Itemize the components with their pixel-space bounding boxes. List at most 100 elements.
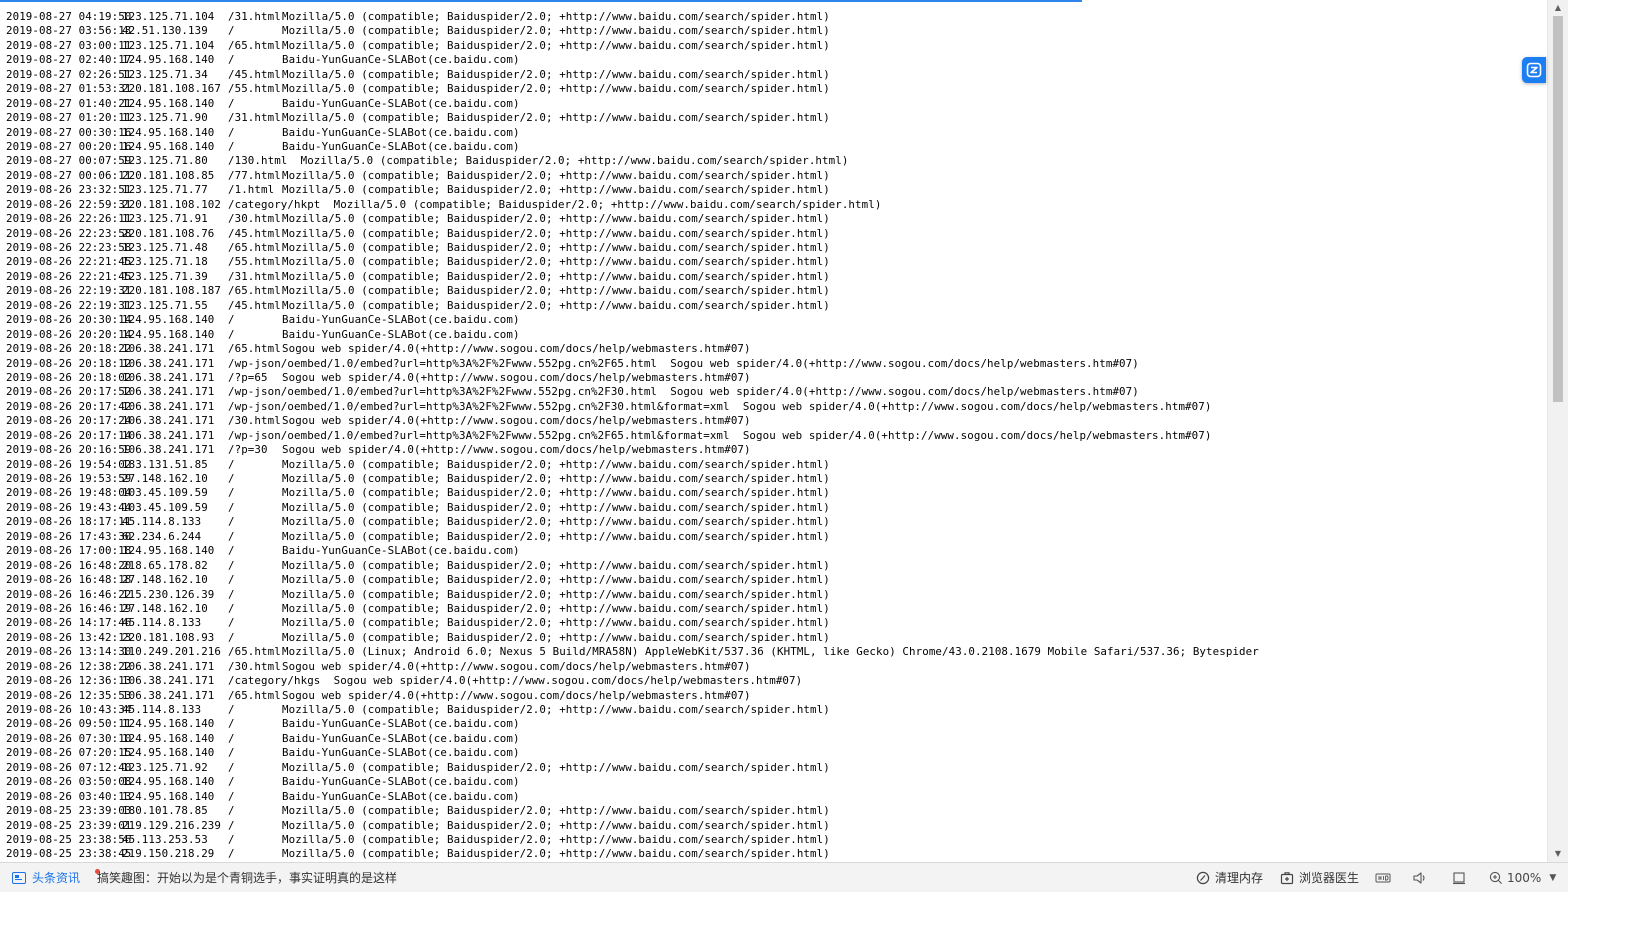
translate-button[interactable] [1522,57,1546,83]
log-datetime: 2019-08-27 04:19:50 [6,10,132,23]
log-path: / [228,789,235,803]
browser-doctor-label: 浏览器医生 [1299,871,1360,885]
log-ip: 123.125.71.55 [122,298,208,312]
news-button[interactable]: 头条资讯 [12,863,100,892]
log-line: 2019-08-27 01:40:21124.95.168.140 / Baidu-… [6,97,1546,111]
log-datetime: 2019-08-26 19:54:02 [6,457,132,471]
log-user-agent: Mozilla/5.0 (compatible; Baiduspider/2.0… [282,558,830,572]
clear-memory-button[interactable]: 清理内存 [1196,863,1263,892]
volume-button[interactable] [1412,863,1428,892]
text-document-view[interactable]: 2019-08-27 04:19:50123.125.71.104/31.htm… [0,2,1546,862]
log-line: 2019-08-25 23:39:03180.101.78.85 / Mozilla… [6,804,1546,818]
log-user-agent: Mozilla/5.0 (compatible; Baiduspider/2.0… [282,111,830,125]
log-datetime: 2019-08-26 17:00:18 [6,544,132,558]
log-datetime: 2019-08-26 12:36:13 [6,674,132,688]
log-user-agent: Mozilla/5.0 (compatible; Baiduspider/2.0… [282,269,830,283]
log-path: /45.html [228,298,281,312]
log-path: / [228,630,235,644]
log-path: / [228,573,235,587]
log-ip: 103.45.109.59 [122,486,208,500]
log-ip: 124.95.168.140 [122,717,215,731]
log-user-agent: Baidu-YunGuanCe-SLABot(ce.baidu.com) [282,731,520,745]
log-user-agent: Mozilla/5.0 (compatible; Baiduspider/2.0… [282,587,830,601]
log-line: 2019-08-26 16:48:20218.65.178.82 / Mozilla… [6,559,1546,573]
log-ip: 180.101.78.85 [122,804,208,818]
log-user-agent: Sogou web spider/4.0(+http://www.sogou.c… [670,385,1139,399]
log-path: /1.html [228,183,275,197]
log-user-agent: Mozilla/5.0 (compatible; Baiduspider/2.0… [282,529,830,543]
server-log-text: 2019-08-27 04:19:50123.125.71.104/31.htm… [0,2,1546,862]
log-user-agent: Mozilla/5.0 (compatible; Baiduspider/2.0… [282,284,830,298]
log-line: 2019-08-26 20:17:24106.38.241.171/30.htm… [6,414,1546,428]
log-datetime: 2019-08-26 16:46:19 [6,601,132,615]
log-path: / [228,601,235,615]
log-datetime: 2019-08-26 22:19:31 [6,298,132,312]
log-ip: 123.125.71.48 [122,241,208,254]
log-path: /wp-json/oembed/1.0/embed?url=http%3A%2F… [228,385,658,399]
log-path: /55.html [228,82,281,96]
news-headline-link[interactable]: 搞笑趣图：开始以为是个青铜选手，事实证明真的是这样 [97,863,397,892]
log-ip: 106.38.241.171 [122,443,215,457]
vertical-scrollbar[interactable]: ▲ ▼ [1547,0,1568,862]
log-user-agent: Sogou web spider/4.0(+http://www.sogou.c… [282,659,751,673]
log-ip: 219.129.216.239 [122,818,222,832]
log-user-agent: Mozilla/5.0 (compatible; Baiduspider/2.0… [282,255,830,269]
log-datetime: 2019-08-25 23:39:03 [6,804,132,818]
log-line: 2019-08-26 16:46:22115.230.126.39 / Mozill… [6,588,1546,602]
log-path: / [228,500,235,514]
log-path: / [228,486,235,500]
hid-button[interactable] [1375,863,1391,892]
log-datetime: 2019-08-25 23:38:45 [6,847,132,861]
log-line: 2019-08-26 22:19:31123.125.71.55/45.html… [6,299,1546,313]
log-ip: 124.95.168.140 [122,139,215,153]
log-line: 2019-08-26 22:21:45123.125.71.18/55.html… [6,255,1546,269]
log-ip: 45.114.8.133 [122,515,202,529]
log-ip: 124.95.168.140 [122,96,215,110]
volume-icon [1413,871,1425,884]
log-line: 2019-08-26 03:50:08124.95.168.140 / Baidu-… [6,775,1546,789]
scrollbar-thumb[interactable] [1553,16,1563,402]
log-datetime: 2019-08-26 20:18:22 [6,342,132,356]
log-datetime: 2019-08-26 20:16:59 [6,443,132,457]
log-datetime: 2019-08-26 22:26:11 [6,212,132,226]
log-datetime: 2019-08-26 19:48:04 [6,486,132,500]
log-user-agent: Baidu-YunGuanCe-SLABot(ce.baidu.com) [282,775,520,789]
log-line: 2019-08-27 04:19:50123.125.71.104/31.htm… [6,10,1546,24]
log-line: 2019-08-26 20:17:42106.38.241.171/wp-jso… [6,400,1546,414]
log-ip: 106.38.241.171 [122,399,215,413]
log-ip: 124.95.168.140 [122,53,215,67]
log-datetime: 2019-08-26 23:32:51 [6,183,132,197]
log-ip: 110.249.201.216 [122,645,222,659]
scroll-up-arrow-icon[interactable]: ▲ [1548,0,1568,16]
log-path: / [228,529,235,543]
browser-doctor-button[interactable]: 浏览器医生 [1280,863,1359,892]
log-datetime: 2019-08-26 19:43:44 [6,500,132,514]
log-path: / [228,804,235,818]
log-path: /45.html [228,226,281,240]
scroll-down-arrow-icon[interactable]: ▼ [1548,846,1568,862]
log-line: 2019-08-26 22:19:31220.181.108.187/65.ht… [6,284,1546,298]
log-path: /31.html [228,269,281,283]
log-line: 2019-08-26 22:59:31220.181.108.102/categ… [6,198,1546,212]
log-ip: 123.125.71.90 [122,111,208,125]
log-ip: 124.95.168.140 [122,125,215,139]
log-path: / [228,558,235,572]
log-datetime: 2019-08-26 18:17:11 [6,515,132,529]
log-datetime: 2019-08-26 20:30:14 [6,313,132,327]
log-line: 2019-08-27 00:07:59123.125.71.80/130.htm… [6,154,1546,168]
zoom-control[interactable]: 100% ▼ [1489,863,1556,892]
log-ip: 106.38.241.171 [122,370,215,384]
log-ip: 123.125.71.91 [122,212,208,226]
log-ip: 62.234.6.244 [122,529,202,543]
log-user-agent: Mozilla/5.0 (compatible; Baiduspider/2.0… [282,24,830,38]
log-path: /30.html [228,212,281,226]
log-datetime: 2019-08-27 00:07:59 [6,154,132,168]
log-ip: 124.95.168.140 [122,746,215,760]
log-line: 2019-08-27 02:40:17124.95.168.140 / Baidu-… [6,53,1546,67]
log-line: 2019-08-27 01:53:31220.181.108.167/55.ht… [6,82,1546,96]
log-user-agent: Mozilla/5.0 (compatible; Baiduspider/2.0… [282,804,830,818]
log-path: / [228,746,235,760]
window-button[interactable] [1452,863,1466,892]
log-path: /65.html [228,241,281,254]
log-line: 2019-08-26 22:21:45123.125.71.39/31.html… [6,270,1546,284]
